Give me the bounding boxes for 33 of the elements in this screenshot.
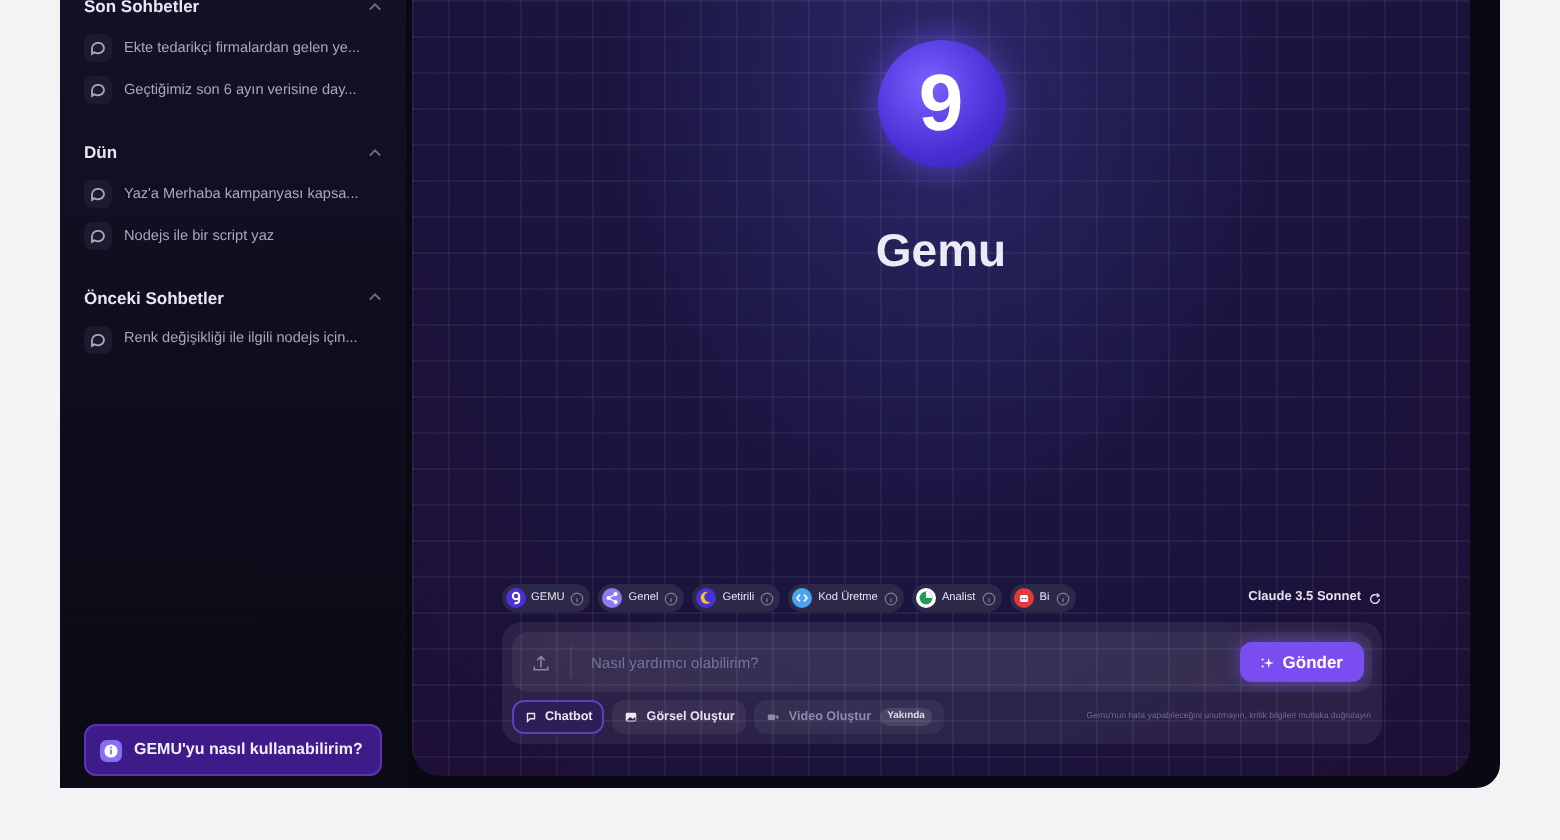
app-title: Gemu: [875, 222, 1007, 280]
share-icon: [602, 588, 623, 608]
chat-bubble-icon: [84, 34, 112, 63]
chat-bubble-icon: [84, 76, 112, 105]
upload-icon[interactable]: [531, 653, 549, 671]
chat-bubble-icon: [84, 325, 112, 354]
chat-bubble-icon: [84, 180, 112, 208]
logo-badge: 9: [877, 40, 1005, 168]
help-button[interactable]: GEMU'yu nasıl kullanabilirim?: [84, 724, 382, 776]
info-icon: [883, 591, 898, 605]
send-button[interactable]: Gönder: [1240, 642, 1363, 682]
info-icon: [664, 591, 679, 605]
chat-bubble-icon: [84, 222, 112, 250]
video-camera-icon: [766, 710, 781, 724]
image-icon: [624, 710, 639, 724]
pie-chart-icon: [915, 588, 936, 608]
robot-icon: [1013, 588, 1034, 608]
section-title: Son Sohbetler: [84, 0, 200, 20]
info-icon: [100, 739, 122, 761]
sparkle-icon: [1260, 655, 1275, 669]
info-icon: [981, 591, 996, 605]
section-title: Önceki Sohbetler: [84, 285, 224, 311]
info-icon: [1055, 591, 1070, 605]
gemu-logo-icon: [505, 588, 525, 608]
refresh-icon[interactable]: [1367, 591, 1381, 605]
chevron-up-icon[interactable]: [368, 292, 382, 303]
info-icon: [760, 591, 775, 605]
chevron-up-icon[interactable]: [368, 1, 382, 12]
section-title: Dün: [84, 139, 118, 165]
crescent-icon: [696, 588, 717, 608]
chevron-up-icon[interactable]: [368, 147, 382, 158]
info-icon: [570, 591, 585, 605]
code-icon: [792, 588, 813, 608]
